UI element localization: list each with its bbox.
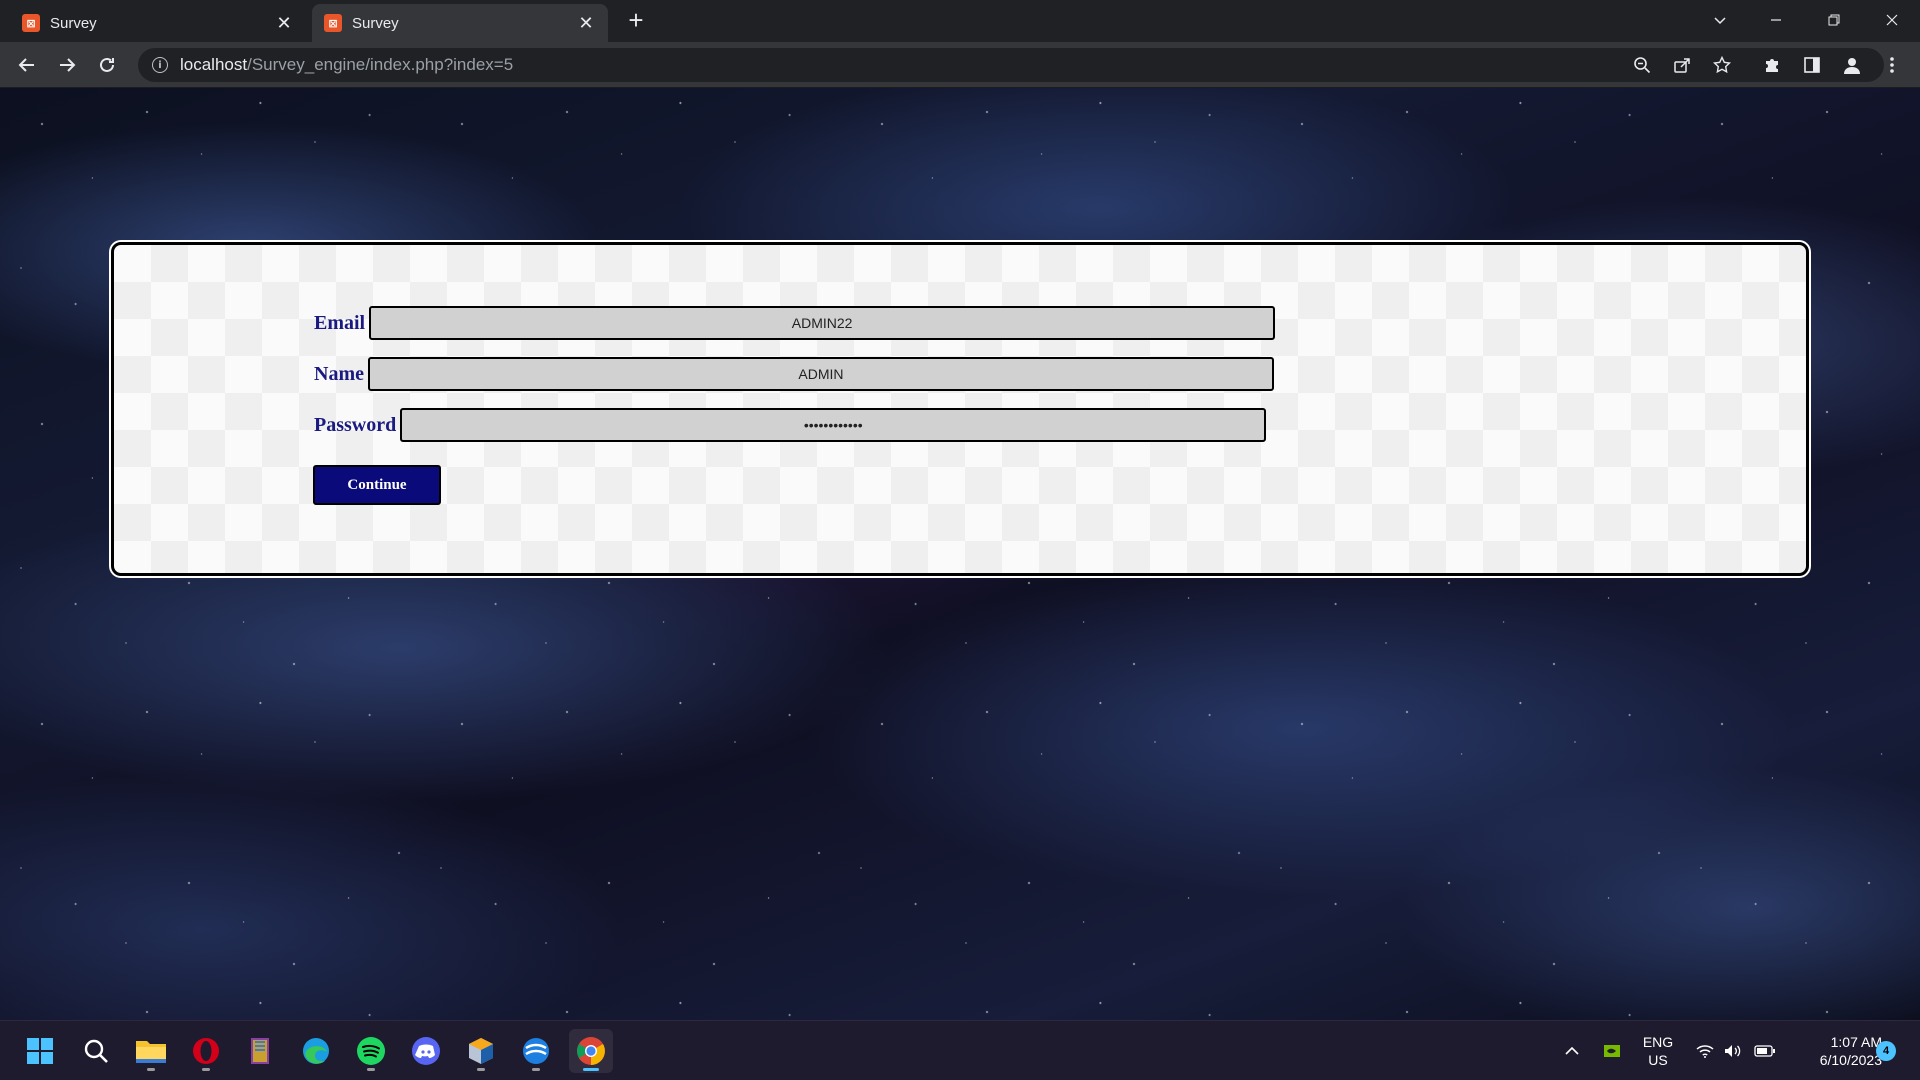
- xampp-icon: ⊠: [22, 14, 40, 32]
- email-row: Email: [314, 305, 1276, 341]
- edge-icon[interactable]: [294, 1029, 338, 1073]
- tab-search-chevron-icon[interactable]: [1692, 0, 1748, 40]
- password-row: Password: [314, 407, 1267, 443]
- language-indicator[interactable]: ENG US: [1640, 1033, 1676, 1069]
- close-tab-icon[interactable]: ✕: [274, 13, 294, 34]
- tab-title: Survey: [352, 14, 399, 32]
- password-field[interactable]: [400, 408, 1267, 442]
- keyboard-layout: US: [1648, 1052, 1668, 1068]
- winrar-icon[interactable]: [239, 1029, 283, 1073]
- opera-icon[interactable]: [184, 1029, 228, 1073]
- url-path: /Survey_engine/index.php?index=5: [247, 55, 514, 74]
- restore-button[interactable]: [1806, 0, 1862, 40]
- page-background: Email Name Password Continue: [0, 88, 1920, 1020]
- extensions-puzzle-icon[interactable]: [1756, 49, 1788, 81]
- close-window-button[interactable]: [1864, 0, 1920, 40]
- windows-taskbar: ENG US 1:07 AM 6/10/2023 4: [0, 1020, 1920, 1080]
- name-field[interactable]: [367, 357, 1274, 391]
- tab-title: Survey: [50, 14, 97, 32]
- browser-app-icon[interactable]: [514, 1029, 558, 1073]
- new-tab-button[interactable]: +: [622, 6, 650, 34]
- chrome-icon[interactable]: [569, 1029, 613, 1073]
- spotify-icon[interactable]: [349, 1029, 393, 1073]
- url-host: localhost: [180, 55, 248, 74]
- show-hidden-icons-chevron-icon[interactable]: [1556, 1021, 1588, 1080]
- profile-avatar-icon[interactable]: [1836, 49, 1868, 81]
- clock-date: 6/10/2023: [1819, 1052, 1882, 1068]
- side-panel-icon[interactable]: [1796, 49, 1828, 81]
- battery-icon[interactable]: [1750, 1021, 1780, 1080]
- volume-icon[interactable]: [1720, 1021, 1746, 1080]
- windows-start-icon[interactable]: [18, 1029, 62, 1073]
- name-label: Name: [314, 362, 364, 385]
- tab-survey-1[interactable]: ⊠ Survey ✕: [10, 4, 306, 42]
- clock-time: 1:07 AM: [1830, 1034, 1882, 1050]
- browser-menu-icon[interactable]: [1876, 49, 1908, 81]
- password-label: Password: [314, 413, 397, 436]
- reload-button[interactable]: [91, 49, 123, 81]
- notification-badge[interactable]: 4: [1876, 1041, 1896, 1061]
- search-icon[interactable]: [74, 1029, 118, 1073]
- file-explorer-icon[interactable]: [129, 1029, 173, 1073]
- tab-strip: ⊠ Survey ✕ ⊠ Survey ✕ +: [0, 0, 1920, 42]
- nvidia-icon[interactable]: [1598, 1021, 1626, 1080]
- survey-form-panel: Email Name Password Continue: [111, 242, 1809, 576]
- discord-icon[interactable]: [404, 1029, 448, 1073]
- email-field[interactable]: [369, 306, 1276, 340]
- minimize-button[interactable]: [1748, 0, 1804, 40]
- address-bar[interactable]: i localhost /Survey_engine/index.php?ind…: [138, 48, 1884, 82]
- system-clock[interactable]: 1:07 AM 6/10/2023: [1786, 1033, 1882, 1069]
- bookmark-star-icon[interactable]: [1706, 49, 1738, 81]
- forward-button[interactable]: [51, 49, 83, 81]
- virtualbox-icon[interactable]: [459, 1029, 503, 1073]
- email-label: Email: [314, 311, 366, 334]
- language-code: ENG: [1642, 1034, 1674, 1050]
- close-tab-icon[interactable]: ✕: [576, 13, 596, 34]
- xampp-icon: ⊠: [324, 14, 342, 32]
- zoom-icon[interactable]: [1626, 49, 1658, 81]
- share-icon[interactable]: [1666, 49, 1698, 81]
- back-button[interactable]: [11, 49, 43, 81]
- tab-survey-2[interactable]: ⊠ Survey ✕: [312, 4, 608, 42]
- wifi-icon[interactable]: [1692, 1021, 1718, 1080]
- browser-toolbar: i localhost /Survey_engine/index.php?ind…: [0, 42, 1920, 88]
- site-info-icon[interactable]: i: [152, 57, 168, 73]
- name-row: Name: [314, 356, 1274, 392]
- continue-button[interactable]: Continue: [313, 465, 441, 505]
